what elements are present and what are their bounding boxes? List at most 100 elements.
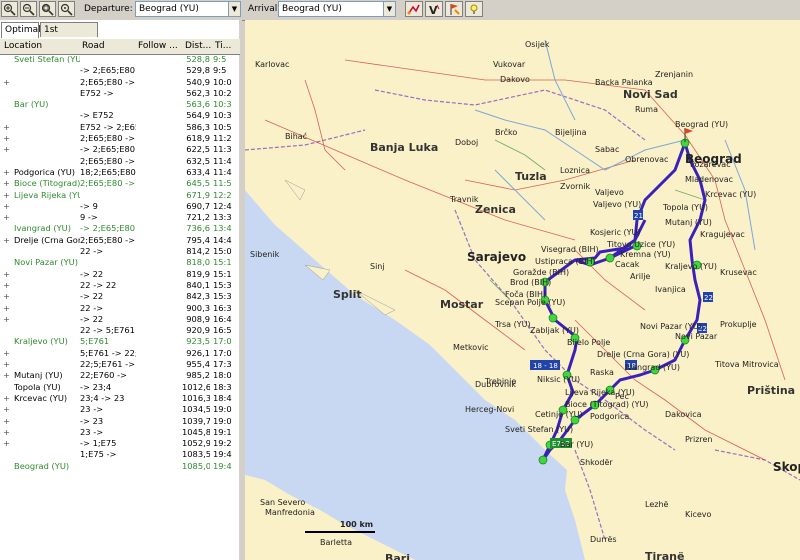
map-city-label: Bari — [385, 552, 411, 560]
table-row[interactable]: +23 -> 1045,8 19:1 — [0, 427, 240, 438]
row-road: 2;E65;E80 -> E — [80, 76, 136, 87]
table-row[interactable]: + Krcevac (YU) 23;4 -> 23 1016,3 18:4 — [0, 393, 240, 404]
expand-icon: + — [3, 76, 10, 87]
route-icon[interactable] — [405, 1, 423, 17]
table-row[interactable]: +22 -> 900,3 16:3 — [0, 303, 240, 314]
table-row[interactable]: + Bioce (Titograd) 2;E65;E80 -> 645,5 11:5 — [0, 178, 240, 189]
row-location: Novi Pazar (YU) — [14, 257, 78, 268]
via-icon[interactable]: V — [425, 1, 443, 17]
zoom-out-icon[interactable] — [20, 1, 37, 17]
table-row[interactable]: -> 2;E65;E80 529,8 9:5 — [0, 65, 240, 76]
table-row[interactable]: Beograd (YU) 1085,0 19:4 — [0, 461, 240, 472]
row-road: 2;E65;E80 -> — [80, 133, 136, 144]
chevron-down-icon[interactable]: ▼ — [383, 2, 395, 16]
table-row[interactable]: Topola (YU) -> 23;4 1012,6 18:3 — [0, 382, 240, 393]
map-view[interactable]: 18 - 18 18 21 22 22 E752 Beograd Novi Sad… — [245, 20, 800, 560]
map-place-label: Travnik — [450, 195, 479, 204]
map-place-label: Kosjeric (YU) — [590, 228, 641, 237]
column-location[interactable]: Location — [4, 41, 42, 51]
departure-select[interactable]: Beograd (YU) ▼ — [135, 1, 241, 17]
table-row[interactable]: E752 -> 562,3 10:2 — [0, 88, 240, 99]
map-place-label: Durrës — [590, 535, 617, 544]
row-time: 12:4 — [213, 200, 232, 211]
row-time: 10:2 — [213, 87, 232, 98]
chevron-down-icon[interactable]: ▼ — [228, 2, 240, 16]
table-row[interactable]: -> E752 564,9 10:3 — [0, 110, 240, 121]
zoom-fit-icon[interactable] — [58, 1, 75, 17]
row-road: 23 -> — [80, 404, 104, 415]
expand-icon: + — [3, 189, 10, 200]
column-follow[interactable]: Follow ... — [138, 41, 178, 51]
row-distance: 908,9 — [186, 313, 210, 324]
expand-icon: + — [3, 392, 10, 403]
row-distance: 795,4 — [186, 234, 210, 245]
arrival-select[interactable]: Beograd (YU) ▼ — [278, 1, 396, 17]
expand-icon: + — [3, 166, 10, 177]
flag-icon[interactable] — [445, 1, 463, 17]
row-location: Krcevac (YU) — [14, 392, 68, 403]
table-row[interactable]: + Lijeva Rijeka (YU) 671,9 12:2 — [0, 190, 240, 201]
expand-icon: + — [3, 404, 10, 415]
table-row[interactable]: + -> 9 690,7 12:4 — [0, 201, 240, 212]
map-place-label: Kragujevac — [700, 230, 745, 239]
expand-icon: + — [3, 302, 10, 313]
map-place-label: Pozarevac — [690, 160, 731, 169]
row-time: 15:1 — [213, 268, 232, 279]
table-row[interactable]: + -> 22 908,9 16:4 — [0, 314, 240, 325]
row-distance: 1034,5 — [182, 404, 210, 415]
map-place-label: Backa Palanka — [595, 78, 653, 87]
info-icon[interactable] — [465, 1, 483, 17]
map-place-label: Kraljevo (YU) — [665, 262, 717, 271]
table-row[interactable]: +2;E65;E80 -> 618,9 11:2 — [0, 133, 240, 144]
table-row[interactable]: +5;E761 -> 22;5 926,117:0 — [0, 348, 240, 359]
table-row[interactable]: Kraljevo (YU) 5;E761 923,5 17:0 — [0, 336, 240, 347]
table-row[interactable]: + -> 1;E75 1052,9 19:2 — [0, 438, 240, 449]
table-row[interactable]: + E752 -> 2;E65; 586,310:5 — [0, 122, 240, 133]
table-row[interactable]: + -> 22 842,3 15:3 — [0, 291, 240, 302]
table-row[interactable]: 1;E75 -> 1083,5 19:4 — [0, 449, 240, 460]
column-distance[interactable]: Dist... — [185, 41, 211, 51]
table-row[interactable]: +9 -> 721,2 13:3 — [0, 212, 240, 223]
table-row[interactable]: 2;E65;E80 -> 18 632,511:4 — [0, 156, 240, 167]
zoom-area-icon[interactable] — [39, 1, 56, 17]
tab-1st-alternative[interactable]: 1st Alternative — [40, 22, 98, 49]
table-row[interactable]: 22 -> 5;E761 920,9 16:5 — [0, 325, 240, 336]
table-row[interactable]: Novi Pazar (YU) 818,0 15:1 — [0, 257, 240, 268]
map-place-label: Lezhë — [645, 500, 669, 509]
row-time: 11:4 — [213, 155, 232, 166]
table-row[interactable]: 22 -> 814,2 15:0 — [0, 246, 240, 257]
table-row[interactable]: Ivangrad (YU) -> 2;E65;E80 736,6 13:4 — [0, 223, 240, 234]
row-distance: 671,9 — [186, 189, 210, 200]
zoom-in-icon[interactable] — [1, 1, 18, 17]
row-location: Kraljevo (YU) — [14, 336, 68, 347]
row-distance: 819,9 — [186, 268, 210, 279]
map-city-label: Mostar — [440, 298, 484, 311]
table-row[interactable]: + Podgorica (YU) 18;2;E65;E80; 633,4 11:4 — [0, 167, 240, 178]
row-distance: 622,5 — [186, 144, 210, 155]
row-distance: 1045,8 — [182, 426, 210, 437]
table-row[interactable]: + Drelje (Crna Gora)2;E65;E80 -> 2 795,414… — [0, 235, 240, 246]
map-city-label: Skopje — [773, 460, 800, 474]
table-row[interactable]: +22 -> 22 840,1 15:3 — [0, 280, 240, 291]
table-row[interactable]: + Mutanj (YU) 22;E760 -> 985,2 18:0 — [0, 370, 240, 381]
table-row[interactable]: +22;5;E761 -> 2 955,417:3 — [0, 359, 240, 370]
row-distance: 618,9 — [186, 133, 210, 144]
table-row[interactable]: +23 -> 1034,5 19:0 — [0, 404, 240, 415]
row-road: 1;E75 -> — [80, 449, 117, 460]
table-row[interactable]: + -> 23 1039,7 19:0 — [0, 416, 240, 427]
table-row[interactable]: + -> 22 819,9 15:1 — [0, 269, 240, 280]
table-row[interactable]: +2;E65;E80 -> E 540,910:0 — [0, 77, 240, 88]
table-row[interactable]: Bar (YU) 563,6 10:3 — [0, 99, 240, 110]
row-distance: 1083,5 — [182, 449, 210, 460]
row-distance: 923,5 — [186, 336, 210, 347]
table-row[interactable]: Sveti Stefan (YU) 528,8 9:5 — [0, 54, 240, 65]
row-distance: 586,3 — [186, 121, 210, 132]
map-place-label: Herceg-Novi — [465, 405, 515, 414]
table-row[interactable]: + -> 2;E65;E80 622,5 11:3 — [0, 144, 240, 155]
map-place-label: Zvornik — [560, 182, 591, 191]
column-time[interactable]: Ti... — [215, 41, 231, 51]
shield-21: 21 — [634, 212, 643, 220]
row-time: 9:5 — [213, 65, 227, 76]
column-road[interactable]: Road — [82, 41, 105, 51]
tab-optimal[interactable]: Optimal — [1, 22, 41, 38]
